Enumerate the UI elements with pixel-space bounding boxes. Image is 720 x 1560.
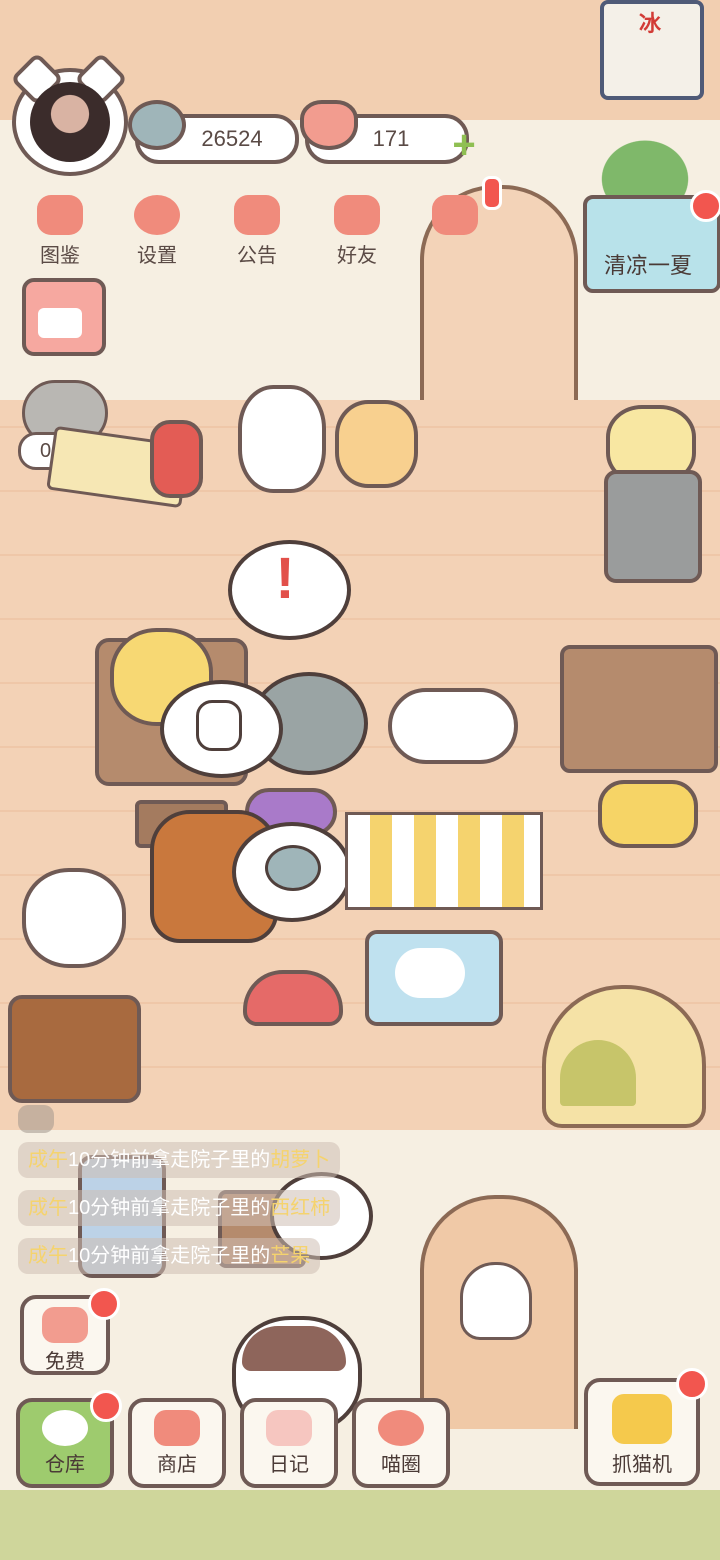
announcement-button[interactable]: 公告 [222,195,292,268]
calendar-button[interactable] [22,278,106,356]
cat-head-icon [37,195,83,235]
news-item-name: 芒果 [270,1245,311,1267]
claw-alert-badge [676,1368,708,1400]
settings-button[interactable]: 设置 [122,195,192,268]
news-user: 成午 [28,1149,68,1171]
notebook-icon [266,1410,312,1446]
news-item-name: 西红柿 [270,1197,331,1219]
avatar-photo [30,82,110,162]
claw-icon [612,1394,672,1444]
gear-icon [134,195,180,235]
event-banner-label: 清凉一夏 [603,253,692,278]
gift-icon [234,195,280,235]
cloud-icon [395,948,465,998]
friends-label: 好友 [337,245,377,267]
collection-label: 图鉴 [40,245,80,267]
friends-icon [334,195,380,235]
treasure-chest[interactable] [8,995,141,1103]
yard-grass [0,1490,720,1560]
feed-toggle-tab[interactable] [18,1105,54,1133]
news-text: 10分钟前拿走院子里的 [68,1197,271,1219]
add-hearts-button[interactable]: + [445,125,483,165]
cake-tower[interactable] [335,400,418,488]
cat-circle-button[interactable]: 喵圈 [352,1398,450,1488]
friends-button[interactable]: 好友 [322,195,392,268]
teru-teru-bozu[interactable] [460,1262,532,1340]
ice-shop-label: 冰 [638,11,661,36]
diary-label: 日记 [269,1454,309,1476]
shop-icon [154,1410,200,1446]
pirate-cat[interactable] [238,385,326,493]
face-icon [42,1410,88,1446]
planet-cat-icon [378,1410,424,1446]
white-fluffy-cat[interactable] [388,688,518,764]
likes-button[interactable] [420,195,490,239]
news-user: 成午 [28,1197,68,1219]
red-lantern[interactable] [150,420,203,498]
settings-label: 设置 [137,245,177,267]
cat-bed-opening [560,1040,636,1106]
news-item: 成午10分钟前拿走院子里的西红柿 [18,1190,341,1226]
side-table[interactable] [560,645,718,773]
warehouse-alert-badge [90,1390,122,1422]
hand-icon [196,700,242,751]
hearts-icon [432,195,478,235]
news-text: 10分钟前拿走院子里的 [68,1149,271,1171]
striped-rug[interactable] [345,812,543,910]
heart-icon [42,1307,88,1343]
exclamation-icon: ! [275,546,295,611]
fish-request-icon [265,845,321,891]
heart-value: 171 [372,126,410,151]
news-text: 10分钟前拿走院子里的 [68,1245,271,1267]
shop-label: 商店 [157,1454,197,1476]
cat-circle-label: 喵圈 [381,1454,421,1476]
diary-button[interactable]: 日记 [240,1398,338,1488]
free-alert-badge [88,1288,120,1320]
announcement-label: 公告 [237,245,277,267]
heart-icon [300,100,358,150]
potted-plant [590,130,700,200]
news-item: 成午10分钟前拿走院子里的芒果 [18,1238,321,1274]
news-item-name: 胡萝卜 [270,1149,331,1171]
telephone[interactable] [598,780,698,848]
event-alert-badge [690,190,720,222]
warehouse-label: 仓库 [45,1454,85,1476]
fish-icon [128,100,186,150]
likes-alert-badge [482,176,502,210]
shop-button[interactable]: 商店 [128,1398,226,1488]
collection-button[interactable]: 图鉴 [25,195,95,268]
food-bowl[interactable] [243,970,343,1026]
white-puppy[interactable] [22,868,126,968]
free-label: 免费 [45,1351,85,1373]
news-item: 成午10分钟前拿走院子里的胡萝卜 [18,1142,341,1178]
claw-machine-label: 抓猫机 [612,1454,672,1476]
stove[interactable] [604,470,702,583]
news-user: 成午 [28,1245,68,1267]
player-avatar[interactable] [10,52,128,176]
